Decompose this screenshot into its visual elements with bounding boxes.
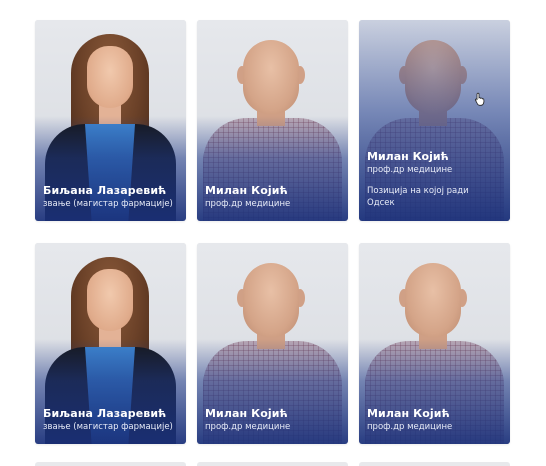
staff-title: звање (магистар фармације)	[43, 422, 173, 432]
staff-card[interactable]: Милан Којић проф.др медицине	[197, 243, 348, 444]
staff-name: Милан Којић	[205, 184, 288, 197]
staff-title: проф.др медицине	[367, 422, 453, 432]
staff-name: Милан Којић	[205, 407, 288, 420]
staff-department: Одсек	[367, 198, 395, 208]
staff-title: проф.др медицине	[367, 165, 453, 175]
staff-position: Позиција на којој ради	[367, 186, 469, 196]
staff-title: проф.др медицине	[205, 199, 291, 209]
staff-card[interactable]: Биљана Лазаревић звање (магистар фармаци…	[35, 243, 186, 444]
staff-title: звање (магистар фармације)	[43, 199, 173, 209]
staff-name: Биљана Лазаревић	[43, 184, 167, 197]
hand-pointer-icon	[474, 92, 486, 106]
staff-name: Милан Којић	[367, 407, 450, 420]
staff-title: проф.др медицине	[205, 422, 291, 432]
staff-card-hover[interactable]: Милан Којић проф.др медицине Позиција на…	[359, 20, 510, 221]
staff-card-partial	[35, 462, 186, 466]
staff-card-partial	[359, 462, 510, 466]
staff-name: Биљана Лазаревић	[43, 407, 167, 420]
staff-name: Милан Којић	[367, 150, 449, 163]
staff-card[interactable]: Милан Којић проф.др медицине	[359, 243, 510, 444]
staff-card[interactable]: Биљана Лазаревић звање (магистар фармаци…	[35, 20, 186, 221]
staff-card[interactable]: Милан Којић проф.др медицине	[197, 20, 348, 221]
staff-card-partial	[197, 462, 348, 466]
